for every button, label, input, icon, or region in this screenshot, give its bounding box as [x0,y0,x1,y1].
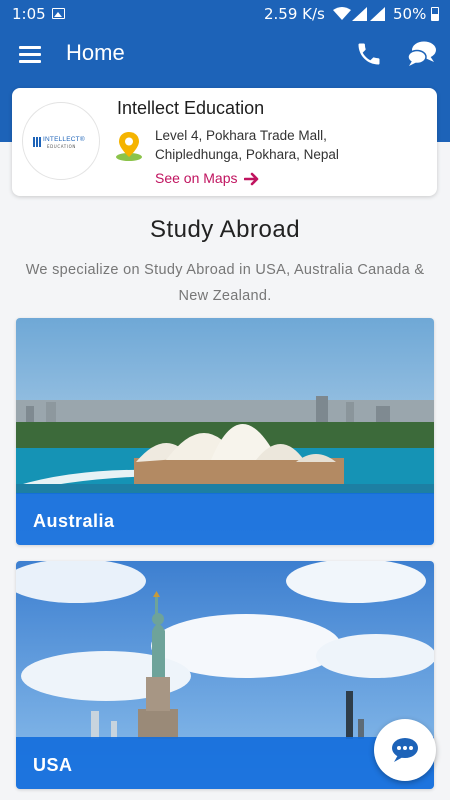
status-time: 1:05 [12,5,46,23]
country-card-usa[interactable]: USA [16,561,434,789]
chat-fab-icon [392,738,418,762]
signal-secondary-icon [370,7,385,21]
network-speed: 2.59 K/s [264,5,325,23]
battery-icon [431,7,439,21]
logo-mark: INTELLECT® EDUCATION [33,136,93,151]
battery-level: 50% [393,5,427,23]
logo-text: INTELLECT® [43,136,85,143]
menu-icon[interactable] [19,46,41,64]
map-pin-icon [116,132,142,161]
institution-logo: INTELLECT® EDUCATION [22,102,100,180]
institution-card: INTELLECT® EDUCATION Intellect Education… [12,88,437,196]
section-description: We specialize on Study Abroad in USA, Au… [25,262,425,304]
page-title: Home [66,40,125,65]
arrow-right-icon[interactable] [244,172,260,186]
logo-subtext: EDUCATION [47,144,76,149]
address-line-2: Chipledhunga, Pokhara, Nepal [155,147,339,162]
country-name: Australia [33,511,115,531]
status-bar: 1:05 2.59 K/s 50% [0,0,450,28]
chat-fab-button[interactable] [374,719,436,781]
wifi-icon [333,7,351,20]
country-name: USA [33,755,73,775]
address-line-1: Level 4, Pokhara Trade Mall, [155,128,327,143]
gallery-icon [52,8,65,19]
section-title: Study Abroad [149,216,301,243]
institution-name: Intellect Education [117,98,265,118]
see-on-maps-link[interactable]: See on Maps [155,170,238,186]
country-label-background [16,737,434,789]
signal-icon [352,7,367,21]
phone-icon[interactable] [355,40,383,68]
chat-bubbles-icon[interactable] [407,40,437,68]
country-card-australia[interactable]: Australia [16,318,434,545]
